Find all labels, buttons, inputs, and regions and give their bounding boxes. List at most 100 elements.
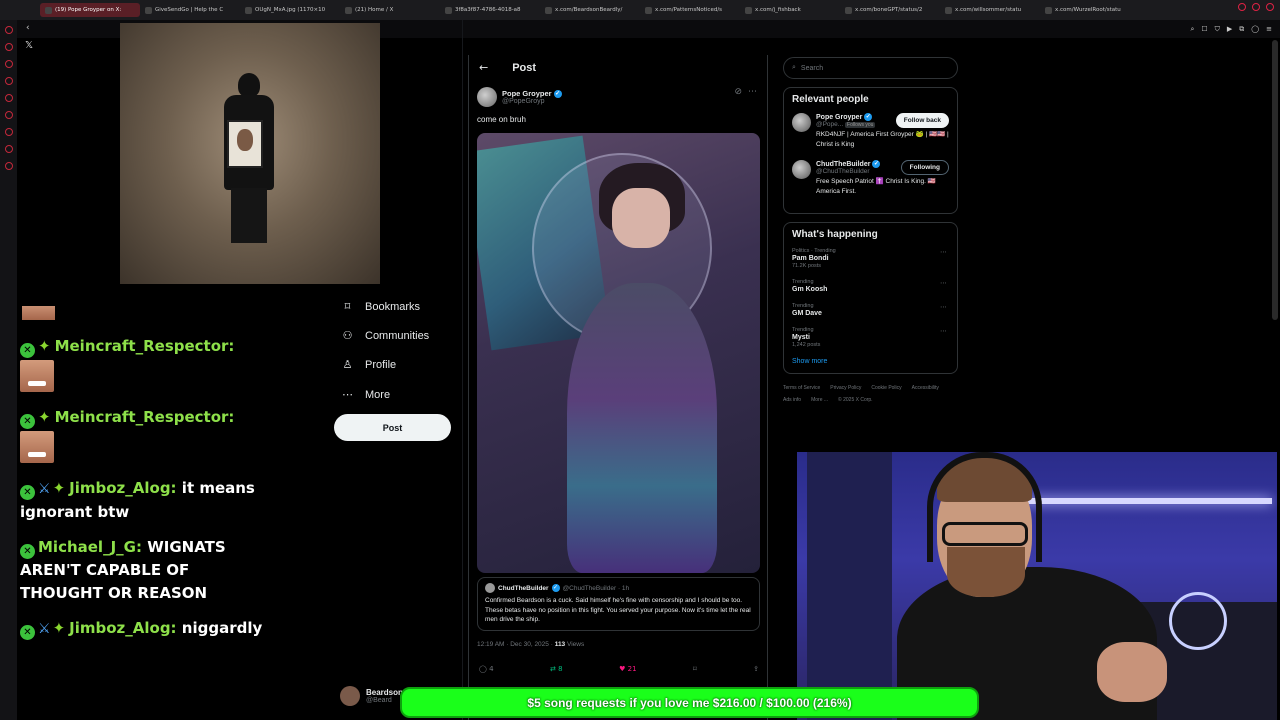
chat-username: Michael_J_G:: [38, 538, 142, 556]
panel-title: What's happening: [792, 229, 878, 240]
avatar[interactable]: [792, 113, 811, 132]
browser-tab[interactable]: x.com/boneGPT/status/2: [840, 3, 940, 17]
footer-link[interactable]: Accessibility: [912, 382, 939, 394]
post-timestamp[interactable]: 12:19 AM · Dec 30, 2025 ·: [477, 641, 555, 648]
browser-tab[interactable]: x.com/j_fishback: [740, 3, 840, 17]
trend-item[interactable]: Trending Gm Koosh ⋯: [792, 279, 949, 293]
scrollbar[interactable]: [1272, 40, 1278, 320]
hooded-figure-image: [219, 73, 279, 243]
minimize-icon[interactable]: [1238, 3, 1246, 11]
person-name[interactable]: Pope Groyper: [816, 114, 862, 121]
sidebar-app-icon[interactable]: [4, 26, 13, 34]
person-name[interactable]: ChudTheBuilder: [816, 161, 870, 168]
browser-tab[interactable]: x.com/BeardsonBeardly/: [540, 3, 640, 17]
x-left-nav: ⌑ Bookmarks ⚇ Communities ♙ Profile ⋯ More: [334, 292, 464, 409]
nav-item-communities[interactable]: ⚇ Communities: [334, 321, 464, 350]
sidebar-app-icon[interactable]: [4, 60, 13, 68]
back-arrow-icon[interactable]: ←: [479, 61, 488, 74]
relevant-person[interactable]: ChudTheBuilder ✓ @ChudTheBuilder Free Spe…: [792, 160, 949, 197]
browser-tab[interactable]: x.com/willsommer/statu: [940, 3, 1040, 17]
avatar[interactable]: [792, 160, 811, 179]
follow-back-button[interactable]: Follow back: [895, 113, 949, 128]
search-input[interactable]: ⌕ Search: [783, 57, 958, 79]
more-options-icon[interactable]: ⋯: [940, 327, 947, 335]
sidebar-app-icon[interactable]: [4, 128, 13, 136]
moderator-badge-icon: ✕: [20, 625, 35, 640]
back-arrow-icon[interactable]: ‹: [26, 23, 30, 33]
footer-link[interactable]: More ...: [811, 394, 828, 406]
post-author[interactable]: Pope Groyper ✓ @PopeGroyp: [477, 87, 562, 107]
bookmark-icon[interactable]: ☐: [1201, 25, 1207, 34]
account-switcher[interactable]: Beardson @Beard: [340, 686, 403, 706]
sidebar-app-icon[interactable]: [4, 145, 13, 153]
account-name: Beardson: [366, 688, 403, 697]
more-options-icon[interactable]: ⋯: [748, 87, 757, 97]
footer-link[interactable]: Privacy Policy: [830, 382, 861, 394]
menu-icon[interactable]: ≡: [1266, 25, 1272, 34]
trend-category: Trending: [792, 303, 814, 309]
shield-icon[interactable]: ⛉: [1215, 25, 1220, 34]
quoted-post[interactable]: ChudTheBuilder ✓ @ChudTheBuilder · 1h Co…: [477, 577, 760, 631]
search-icon[interactable]: ⌕: [1190, 25, 1194, 34]
trend-item[interactable]: Trending GM Dave ⋯: [792, 303, 949, 317]
more-options-icon[interactable]: ⋯: [940, 279, 947, 287]
footer-link[interactable]: Cookie Policy: [871, 382, 901, 394]
tab-label: 3f8a3f87-4786-4018-a8: [455, 7, 521, 13]
sidebar-app-icon[interactable]: [4, 77, 13, 85]
sidebar-app-icon[interactable]: [4, 111, 13, 119]
moderator-badge-icon: ✕: [20, 544, 35, 559]
tab-label: x.com/boneGPT/status/2: [855, 7, 923, 13]
whats-happening-panel: What's happening Politics · Trending Pam…: [783, 222, 958, 374]
show-more-link[interactable]: Show more: [792, 358, 949, 365]
repost-count: 8: [558, 665, 563, 673]
author-name[interactable]: Pope Groyper: [502, 89, 552, 98]
sidebar-app-icon[interactable]: [4, 94, 13, 102]
footer-link[interactable]: Terms of Service: [783, 382, 820, 394]
sidebar-app-icon[interactable]: [4, 43, 13, 51]
nav-label: More: [365, 388, 391, 401]
profile-icon[interactable]: ◯: [1251, 25, 1259, 34]
like-count: 21: [627, 665, 637, 673]
browser-tab[interactable]: OUgN_MxA.jpg (1170×10: [240, 3, 340, 17]
nav-item-profile[interactable]: ♙ Profile: [334, 351, 464, 380]
share-button[interactable]: ⇪: [753, 665, 759, 673]
relevant-person[interactable]: Pope Groyper ✓ @Pope... Follows you RKD4N…: [792, 113, 949, 150]
post-image[interactable]: [477, 133, 760, 573]
reply-button[interactable]: ◯ 4: [479, 665, 494, 673]
author-handle[interactable]: @PopeGroyp: [502, 98, 562, 105]
footer-text: © 2025 X Corp.: [838, 397, 873, 403]
browser-tab[interactable]: x.com/PatternsNoticed/s: [640, 3, 740, 17]
trend-item[interactable]: Trending Mysti 1,242 posts ⋯: [792, 327, 949, 348]
browser-tab[interactable]: (19) Pope Groyper on X:: [40, 3, 140, 17]
avatar[interactable]: [477, 87, 497, 107]
x-favicon-icon: [945, 6, 952, 14]
window-controls: [1238, 3, 1274, 11]
browser-tab-bar: (19) Pope Groyper on X: GiveSendGo | Hel…: [0, 0, 1280, 20]
nav-item-more[interactable]: ⋯ More: [334, 380, 464, 409]
repost-button[interactable]: ⇄ 8: [550, 665, 563, 673]
bookmark-button[interactable]: ⌑: [693, 665, 697, 673]
extensions-icon[interactable]: ⧉: [1239, 25, 1244, 34]
x-favicon-icon: [745, 6, 752, 14]
browser-sidebar: [0, 20, 17, 720]
trend-item[interactable]: Politics · Trending Pam Bondi 71.2K post…: [792, 248, 949, 269]
post-button[interactable]: Post: [334, 414, 451, 441]
like-button[interactable]: ♥ 21: [619, 665, 636, 673]
browser-tab[interactable]: (21) Home / X: [340, 3, 440, 17]
x-logo-icon[interactable]: 𝕏: [25, 40, 33, 51]
nav-item-bookmarks[interactable]: ⌑ Bookmarks: [334, 292, 464, 321]
play-icon[interactable]: ▶: [1227, 25, 1232, 34]
browser-tab[interactable]: GiveSendGo | Help the C: [140, 3, 240, 17]
search-icon: ⌕: [792, 64, 796, 71]
following-button[interactable]: Following: [900, 160, 949, 175]
browser-tab[interactable]: 3f8a3f87-4786-4018-a8: [440, 3, 540, 17]
browser-tab[interactable]: x.com/WurzelRoot/statu: [1040, 3, 1140, 17]
more-options-icon[interactable]: ⋯: [940, 303, 947, 311]
footer-link[interactable]: Ads info: [783, 394, 801, 406]
sidebar-app-icon[interactable]: [4, 162, 13, 170]
sword-badge-icon: ⚔: [38, 621, 51, 637]
maximize-icon[interactable]: [1252, 3, 1260, 11]
more-options-icon[interactable]: ⋯: [940, 248, 947, 256]
close-icon[interactable]: [1266, 3, 1274, 11]
grok-icon[interactable]: ⊘: [734, 87, 742, 97]
